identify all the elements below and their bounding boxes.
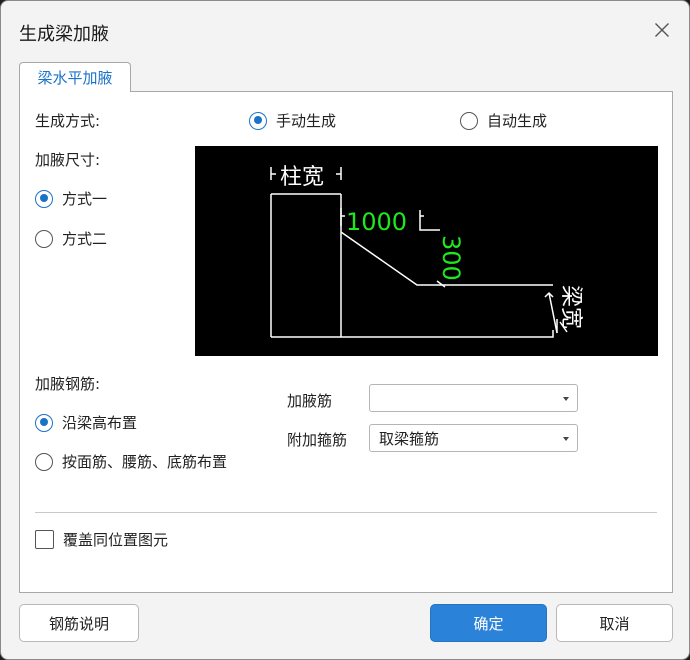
close-icon (655, 23, 669, 37)
haunch-bar-select[interactable] (369, 384, 578, 412)
column-width-label: 柱宽 (280, 165, 324, 190)
radio-label: 沿梁高布置 (62, 414, 138, 432)
tab-beam-horizontal-haunch[interactable]: 梁水平加腋 (19, 62, 131, 92)
stirrup-value: 取梁箍筋 (379, 429, 440, 448)
radio-manual-generate[interactable]: 手动生成 (249, 110, 336, 131)
radio-checked-icon (35, 189, 53, 208)
close-button[interactable] (645, 13, 679, 47)
radio-checked-icon (35, 413, 53, 432)
radio-label: 自动生成 (487, 112, 548, 130)
chevron-down-icon (563, 437, 569, 441)
haunch-size-label: 加腋尺寸: (35, 151, 101, 169)
stirrup-select[interactable]: 取梁箍筋 (369, 424, 578, 452)
radio-unchecked-icon (35, 229, 53, 248)
beam-width-label: 梁宽 (558, 285, 583, 329)
radio-checked-icon (249, 111, 267, 130)
radio-label: 手动生成 (276, 112, 337, 130)
radio-size-mode-2[interactable]: 方式二 (35, 228, 107, 249)
radio-label: 方式一 (62, 190, 108, 208)
radio-unchecked-icon (460, 111, 478, 130)
checkbox-unchecked-icon (35, 530, 54, 549)
generate-mode-label: 生成方式: (35, 112, 101, 130)
haunch-length-value: 1000 (346, 208, 407, 236)
haunch-diagram: 柱宽 1000 300 梁宽 (195, 146, 658, 356)
ok-button[interactable]: 确定 (430, 604, 547, 642)
haunch-rebar-label: 加腋钢筋: (35, 375, 101, 393)
radio-face-waist-bottom[interactable]: 按面筋、腰筋、底筋布置 (35, 451, 227, 472)
chevron-down-icon (563, 397, 569, 401)
haunch-bar-label: 加腋筋 (287, 392, 333, 410)
radio-unchecked-icon (35, 452, 53, 471)
haunch-height-value: 300 (437, 235, 465, 281)
radio-along-beam-height[interactable]: 沿梁高布置 (35, 412, 137, 433)
radio-label: 方式二 (62, 230, 108, 248)
radio-label: 按面筋、腰筋、底筋布置 (62, 453, 228, 471)
dialog: 生成梁加腋 梁水平加腋 生成方式: 手动生成 自动生成 加腋尺寸: 方式一 方式… (0, 0, 690, 660)
overwrite-checkbox[interactable]: 覆盖同位置图元 (35, 529, 168, 550)
haunch-diagram-drawing: 柱宽 1000 300 梁宽 (270, 165, 583, 338)
dialog-title: 生成梁加腋 (19, 24, 109, 45)
cancel-button[interactable]: 取消 (556, 604, 673, 642)
radio-size-mode-1[interactable]: 方式一 (35, 188, 107, 209)
rebar-help-button[interactable]: 钢筋说明 (19, 604, 139, 642)
divider (35, 512, 657, 513)
radio-auto-generate[interactable]: 自动生成 (460, 110, 547, 131)
overwrite-label: 覆盖同位置图元 (63, 531, 169, 549)
stirrup-label: 附加箍筋 (287, 431, 348, 449)
